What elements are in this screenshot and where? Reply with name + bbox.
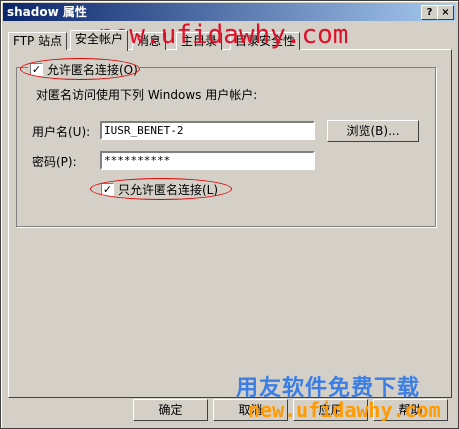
account-description: 对匿名访问使用下列 Windows 用户帐户: [36,88,258,102]
browse-button[interactable]: 浏览(B)... [327,120,419,142]
tab-ftp-site[interactable]: FTP 站点 [8,32,68,50]
window-title: shadow 属性 [7,5,87,19]
allow-anonymous-label: 允许匿名连接(O) [47,63,138,77]
title-bar[interactable]: shadow 属性 ? × [3,3,456,21]
allow-anonymous-checkbox[interactable]: ✓ 允许匿名连接(O) [28,61,140,78]
only-anonymous-checkbox[interactable]: ✓ 只允许匿名连接(L) [99,181,221,198]
password-label: 密码(P): [32,155,77,169]
watermark-url-bottom: new.ufidawhy.com [248,398,441,422]
help-button[interactable]: ? [421,5,438,20]
tab-security-accounts[interactable]: 安全帐户 [70,30,129,51]
allow-anonymous-check[interactable]: ✓ [30,63,43,76]
only-anonymous-label: 只允许匿名连接(L) [118,183,219,197]
password-field[interactable]: ********** [100,151,315,170]
username-field[interactable]: IUSR_BENET-2 [100,121,315,140]
ok-button[interactable]: 确定 [133,399,208,421]
only-anonymous-check[interactable]: ✓ [101,183,114,196]
username-label: 用户名(U): [32,125,91,139]
close-button[interactable]: × [437,5,454,20]
watermark-url-top: new.ufidawhy.com [98,20,349,50]
